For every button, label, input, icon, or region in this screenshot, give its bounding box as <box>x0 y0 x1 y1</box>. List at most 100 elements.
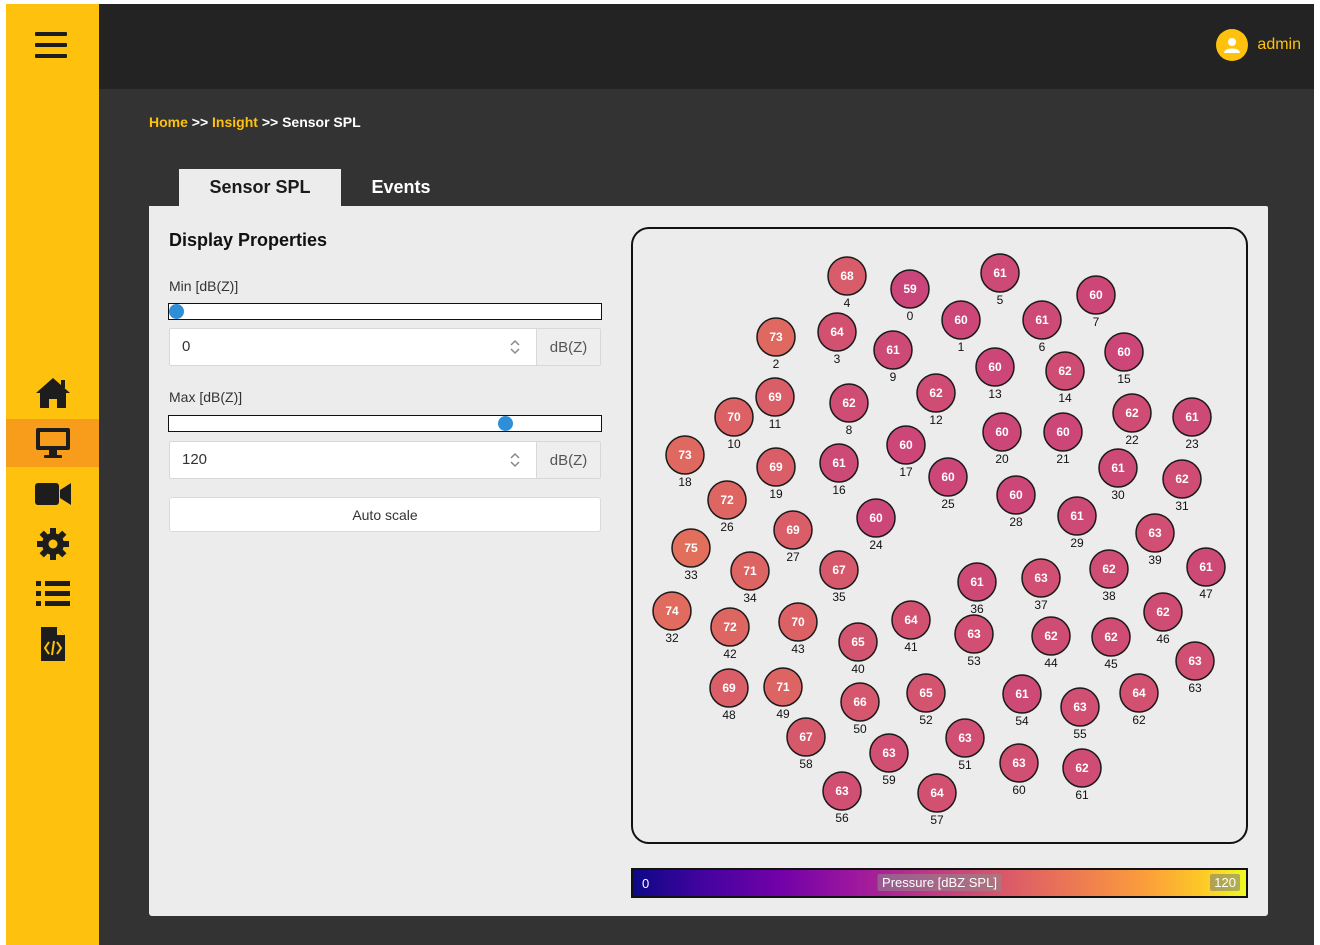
sensor-id: 19 <box>769 487 783 501</box>
sensor-marker[interactable]: 60 25 <box>928 457 968 511</box>
sensor-marker[interactable]: 75 33 <box>671 528 711 582</box>
sensor-marker[interactable]: 63 51 <box>945 718 985 772</box>
min-input[interactable]: 0 <box>170 329 537 365</box>
breadcrumb-home[interactable]: Home <box>149 114 188 130</box>
user-menu[interactable]: admin <box>1216 29 1301 61</box>
sensor-marker[interactable]: 63 60 <box>999 743 1039 797</box>
max-slider-thumb[interactable] <box>497 416 513 431</box>
sensor-marker[interactable]: 72 42 <box>710 607 750 661</box>
sensor-marker[interactable]: 60 17 <box>886 425 926 479</box>
max-slider[interactable] <box>168 415 602 432</box>
sensor-marker[interactable]: 59 0 <box>890 269 930 323</box>
sensor-value: 60 <box>995 425 1009 439</box>
sensor-id: 45 <box>1104 657 1118 671</box>
breadcrumb-insight[interactable]: Insight <box>212 114 258 130</box>
sensor-marker[interactable]: 61 23 <box>1172 397 1212 451</box>
sensor-marker[interactable]: 64 57 <box>917 773 957 827</box>
sensor-marker[interactable]: 60 7 <box>1076 275 1116 329</box>
sensor-marker[interactable]: 71 49 <box>763 667 803 721</box>
max-input[interactable]: 120 <box>170 442 537 478</box>
sensor-marker[interactable]: 61 16 <box>819 443 859 497</box>
sensor-id: 16 <box>832 483 846 497</box>
sensor-value: 64 <box>830 325 844 339</box>
monitor-icon[interactable] <box>6 419 99 467</box>
sensor-marker[interactable]: 63 59 <box>869 733 909 787</box>
sensor-marker[interactable]: 73 18 <box>665 435 705 489</box>
sensor-value: 61 <box>1015 687 1029 701</box>
sensor-marker[interactable]: 63 63 <box>1175 641 1215 695</box>
sensor-marker[interactable]: 64 62 <box>1119 673 1159 727</box>
sensor-marker[interactable]: 69 11 <box>755 377 795 431</box>
tab-sensor-spl[interactable]: Sensor SPL <box>179 169 341 206</box>
sensor-marker[interactable]: 62 12 <box>916 373 956 427</box>
sensor-marker[interactable]: 74 32 <box>652 591 692 645</box>
sensor-marker[interactable]: 68 4 <box>827 256 867 310</box>
sensor-marker[interactable]: 62 14 <box>1045 351 1085 405</box>
sensor-marker[interactable]: 62 46 <box>1143 592 1183 646</box>
sensor-marker[interactable]: 60 1 <box>941 300 981 354</box>
video-camera-icon[interactable] <box>6 470 99 518</box>
min-slider[interactable] <box>168 303 602 320</box>
sensor-marker[interactable]: 70 10 <box>714 397 754 451</box>
sensor-value: 62 <box>1175 472 1189 486</box>
code-file-icon[interactable] <box>6 620 99 668</box>
sensor-marker[interactable]: 62 8 <box>829 383 869 437</box>
sensor-id: 11 <box>769 417 782 431</box>
sensor-marker[interactable]: 62 61 <box>1062 748 1102 802</box>
sensor-marker[interactable]: 61 54 <box>1002 674 1042 728</box>
sensor-marker[interactable]: 69 27 <box>773 510 813 564</box>
sensor-marker[interactable]: 60 20 <box>982 412 1022 466</box>
sensor-id: 50 <box>853 722 867 736</box>
sensor-marker[interactable]: 60 13 <box>975 347 1015 401</box>
sensor-marker[interactable]: 65 52 <box>906 673 946 727</box>
sensor-id: 56 <box>835 811 849 825</box>
sensor-marker[interactable]: 67 35 <box>819 550 859 604</box>
sensor-marker[interactable]: 61 47 <box>1186 547 1226 601</box>
sensor-marker[interactable]: 64 3 <box>817 312 857 366</box>
sensor-marker[interactable]: 61 9 <box>873 330 913 384</box>
sensor-marker[interactable]: 69 19 <box>756 447 796 501</box>
tab-events[interactable]: Events <box>341 169 461 206</box>
sensor-marker[interactable]: 64 41 <box>891 600 931 654</box>
sensor-marker[interactable]: 73 2 <box>756 317 796 371</box>
sensor-marker[interactable]: 67 58 <box>786 717 826 771</box>
sensor-marker[interactable]: 62 38 <box>1089 549 1129 603</box>
sensor-marker[interactable]: 62 31 <box>1162 459 1202 513</box>
sensor-marker[interactable]: 63 56 <box>822 771 862 825</box>
sensor-id: 49 <box>776 707 790 721</box>
sensor-marker[interactable]: 61 30 <box>1098 448 1138 502</box>
sensor-marker[interactable]: 60 21 <box>1043 412 1083 466</box>
sensor-marker[interactable]: 63 37 <box>1021 558 1061 612</box>
sensor-marker[interactable]: 70 43 <box>778 602 818 656</box>
sensor-marker[interactable]: 69 48 <box>709 668 749 722</box>
auto-scale-button[interactable]: Auto scale <box>169 497 601 532</box>
sensor-value: 61 <box>832 456 846 470</box>
sensor-marker[interactable]: 60 28 <box>996 475 1036 529</box>
sensor-marker[interactable]: 61 36 <box>957 562 997 616</box>
min-spinner-icon[interactable] <box>508 338 522 356</box>
sensor-marker[interactable]: 61 5 <box>980 253 1020 307</box>
sensor-marker[interactable]: 63 53 <box>954 614 994 668</box>
sensor-marker[interactable]: 63 39 <box>1135 513 1175 567</box>
sensor-marker[interactable]: 61 6 <box>1022 300 1062 354</box>
sensor-id: 2 <box>773 357 780 371</box>
min-slider-thumb[interactable] <box>169 304 184 319</box>
sensor-marker[interactable]: 72 26 <box>707 480 747 534</box>
sensor-marker[interactable]: 61 29 <box>1057 496 1097 550</box>
sensor-marker[interactable]: 62 22 <box>1112 393 1152 447</box>
sensor-marker[interactable]: 62 44 <box>1031 616 1071 670</box>
sensor-value: 61 <box>1070 509 1084 523</box>
sensor-marker[interactable]: 60 15 <box>1104 332 1144 386</box>
sensor-id: 9 <box>890 370 897 384</box>
sensor-marker[interactable]: 60 24 <box>856 498 896 552</box>
sensor-marker[interactable]: 62 45 <box>1091 617 1131 671</box>
list-icon[interactable] <box>6 570 99 618</box>
home-icon[interactable] <box>6 369 99 417</box>
gear-icon[interactable] <box>6 520 99 568</box>
sensor-marker[interactable]: 63 55 <box>1060 687 1100 741</box>
sensor-marker[interactable]: 66 50 <box>840 682 880 736</box>
menu-icon[interactable] <box>35 32 67 60</box>
sensor-marker[interactable]: 65 40 <box>838 622 878 676</box>
sensor-marker[interactable]: 71 34 <box>730 551 770 605</box>
max-spinner-icon[interactable] <box>508 451 522 469</box>
